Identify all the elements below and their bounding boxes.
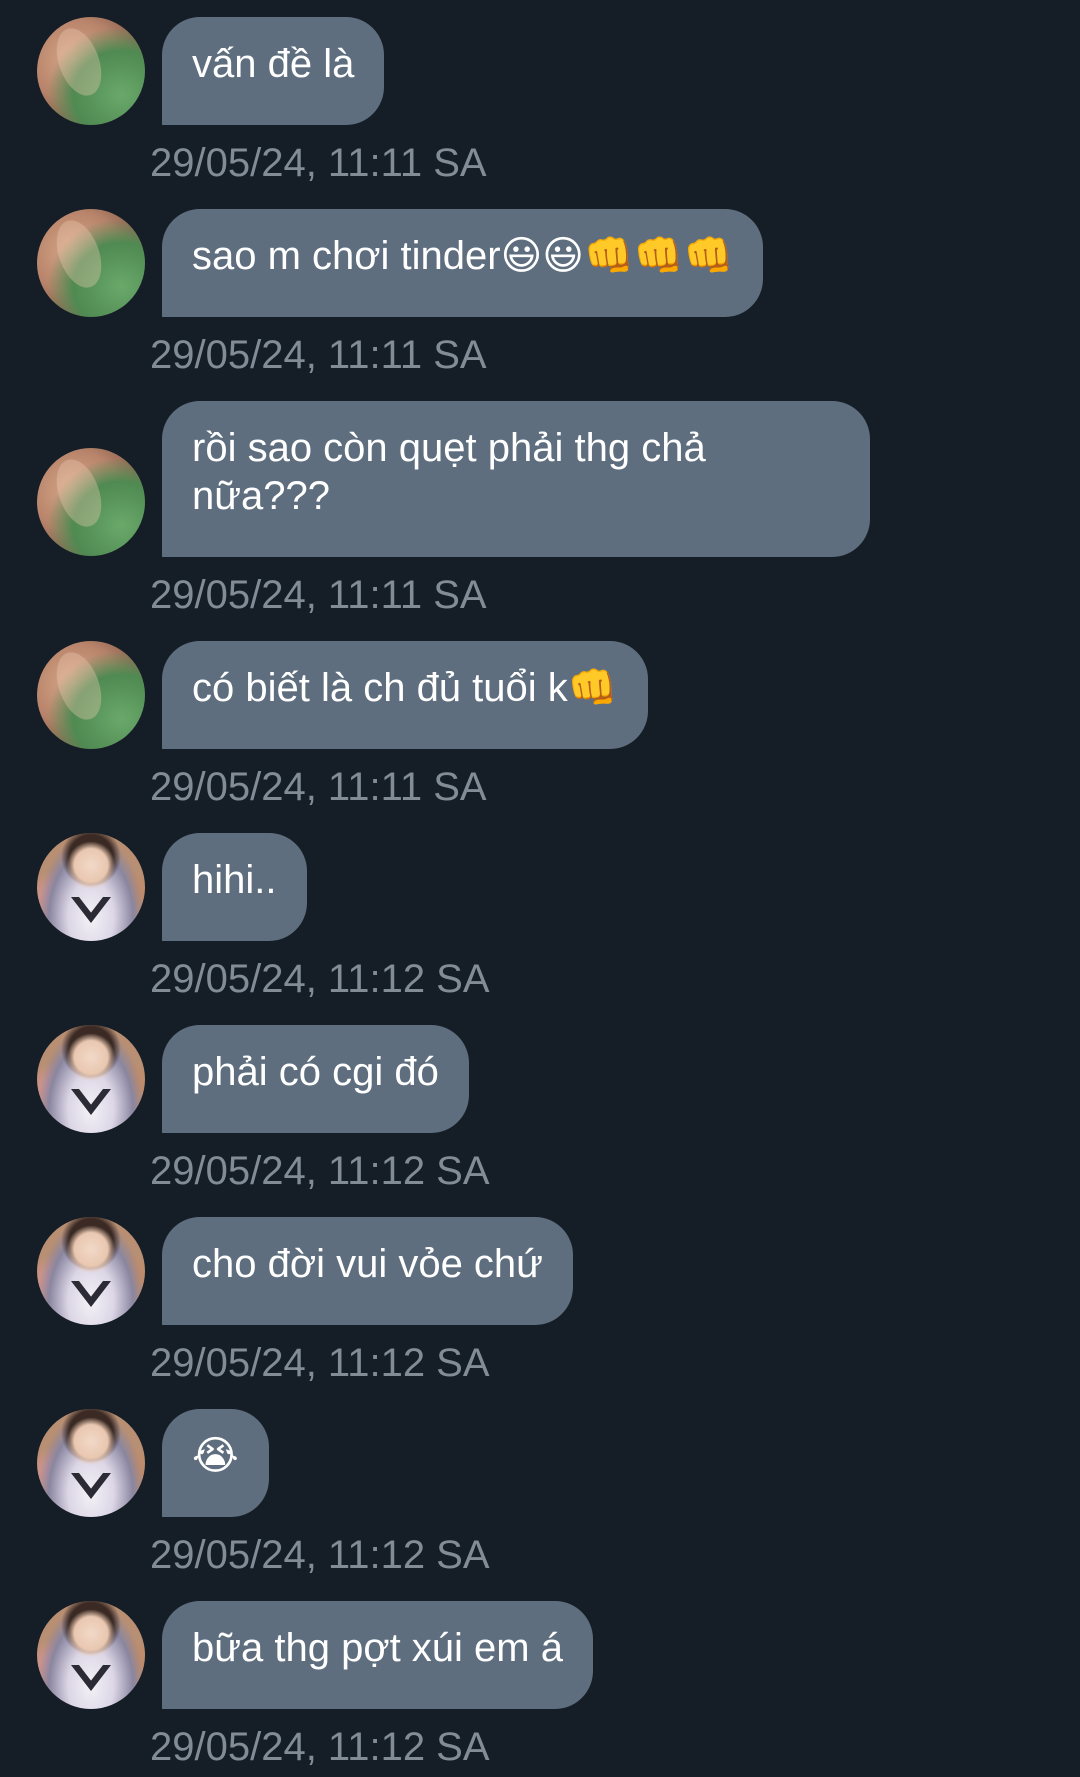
message-timestamp: 29/05/24, 11:12 SA	[150, 957, 490, 1001]
avatar[interactable]	[37, 17, 145, 125]
message-bubble[interactable]: phải có cgi đó	[162, 1025, 469, 1133]
avatar[interactable]	[37, 1409, 145, 1517]
avatar[interactable]	[37, 1025, 145, 1133]
message-timestamp: 29/05/24, 11:12 SA	[150, 1149, 490, 1193]
chat-thread[interactable]: vấn đề là 29/05/24, 11:11 SA sao m chơi …	[0, 0, 1080, 1777]
message-timestamp: 29/05/24, 11:11 SA	[150, 333, 487, 377]
message-bubble[interactable]: cho đời vui vỏe chứ	[162, 1217, 573, 1325]
message-timestamp: 29/05/24, 11:11 SA	[150, 141, 487, 185]
message-bubble[interactable]: có biết là ch đủ tuổi k👊	[162, 641, 648, 749]
message-bubble[interactable]: vấn đề là	[162, 17, 385, 125]
avatar[interactable]	[37, 209, 145, 317]
avatar[interactable]	[37, 833, 145, 941]
avatar[interactable]	[37, 448, 145, 556]
avatar[interactable]	[37, 641, 145, 749]
message-bubble[interactable]: 😭	[162, 1409, 269, 1517]
message-timestamp: 29/05/24, 11:11 SA	[150, 765, 487, 809]
message-bubble[interactable]: bữa thg pợt xúi em á	[162, 1601, 593, 1709]
message-bubble[interactable]: hihi..	[162, 833, 307, 941]
message-timestamp: 29/05/24, 11:11 SA	[150, 573, 487, 617]
message-bubble[interactable]: sao m chơi tinder😃😃👊👊👊	[162, 209, 764, 317]
message-bubble[interactable]: rồi sao còn quẹt phải thg chả nữa???	[162, 401, 870, 557]
message-timestamp: 29/05/24, 11:12 SA	[150, 1533, 490, 1577]
avatar[interactable]	[37, 1217, 145, 1325]
message-timestamp: 29/05/24, 11:12 SA	[150, 1725, 490, 1769]
message-timestamp: 29/05/24, 11:12 SA	[150, 1341, 490, 1385]
avatar[interactable]	[37, 1601, 145, 1709]
